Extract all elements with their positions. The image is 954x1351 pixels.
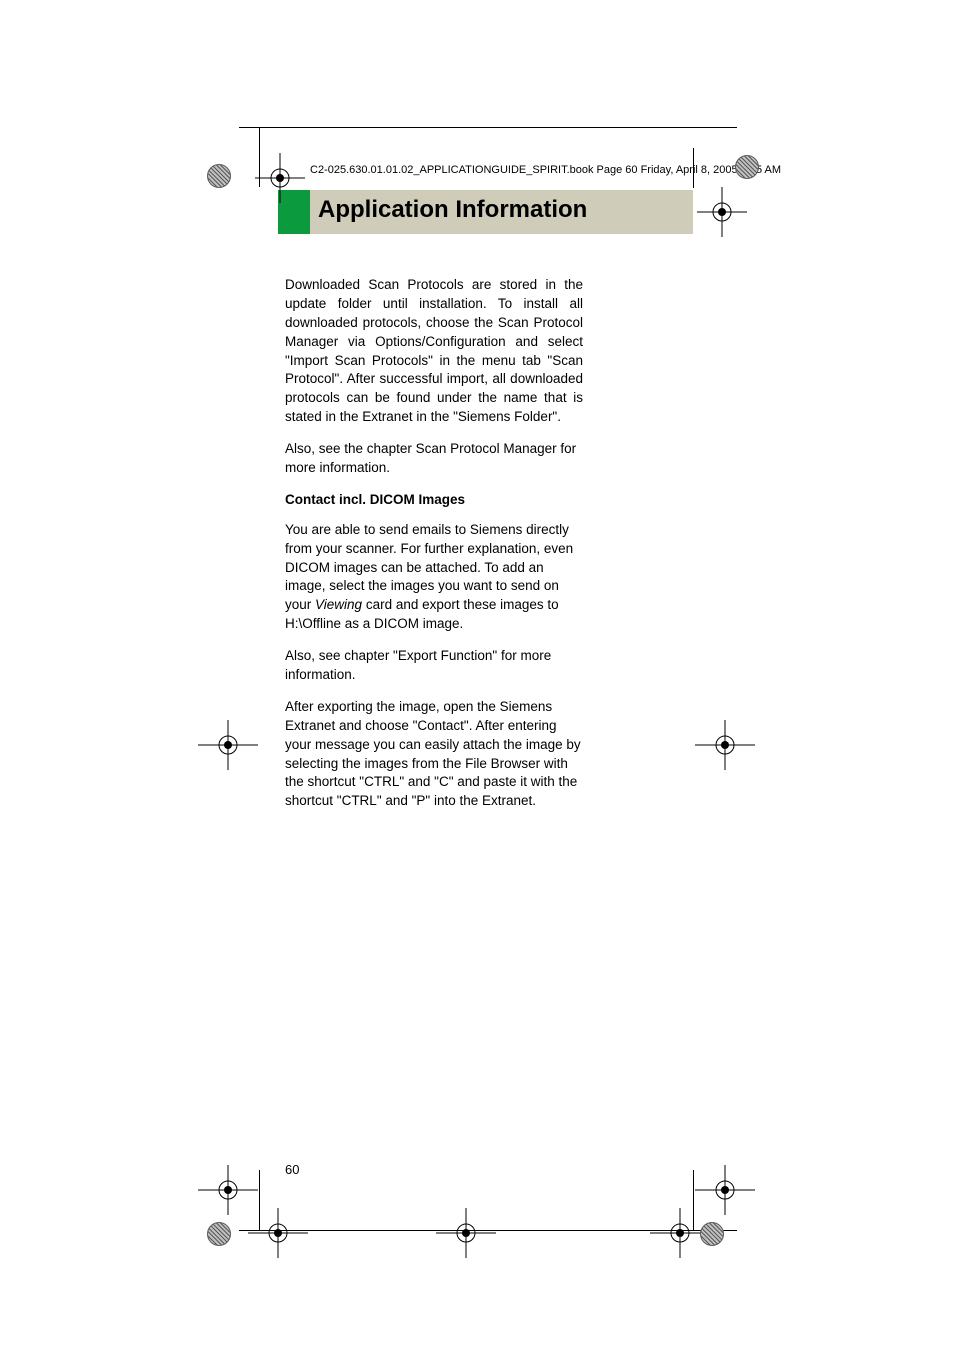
- crop-info-text: C2-025.630.01.01.02_APPLICATIONGUIDE_SPI…: [310, 164, 781, 176]
- subheading: Contact incl. DICOM Images: [285, 491, 583, 510]
- paragraph: Also, see chapter "Export Function" for …: [285, 647, 583, 685]
- paragraph: Also, see the chapter Scan Protocol Mana…: [285, 440, 583, 478]
- page-number: 60: [285, 1162, 299, 1177]
- hatched-circle-icon: [207, 1222, 231, 1246]
- paragraph: Downloaded Scan Protocols are stored in …: [285, 276, 583, 427]
- registration-mark-icon: [697, 187, 747, 237]
- hatched-circle-icon: [207, 164, 231, 188]
- registration-mark-icon: [255, 153, 305, 203]
- registration-mark-icon: [198, 720, 258, 770]
- body-content: Downloaded Scan Protocols are stored in …: [285, 276, 583, 824]
- registration-mark-icon: [695, 720, 755, 770]
- registration-mark-icon: [248, 1208, 308, 1258]
- hatched-circle-icon: [700, 1222, 724, 1246]
- crop-mark-line: [239, 127, 737, 128]
- page-title: Application Information: [318, 196, 587, 224]
- registration-mark-icon: [436, 1208, 496, 1258]
- hatched-circle-icon: [735, 155, 759, 179]
- italic-text: Viewing: [315, 597, 362, 612]
- paragraph: You are able to send emails to Siemens d…: [285, 521, 583, 634]
- paragraph: After exporting the image, open the Siem…: [285, 698, 583, 811]
